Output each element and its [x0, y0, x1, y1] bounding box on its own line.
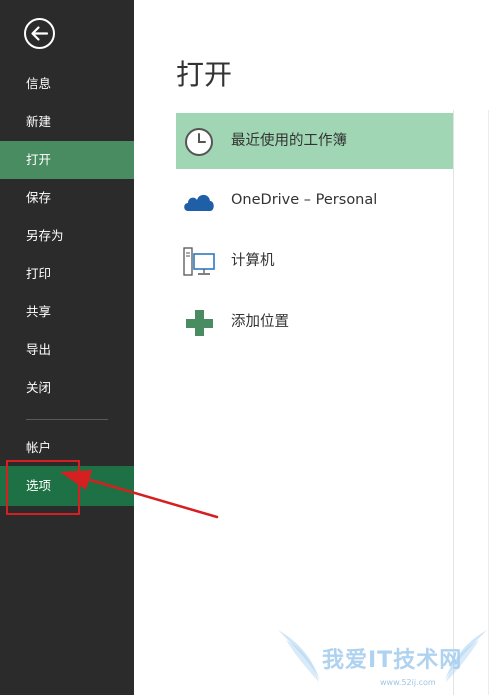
annotation-highlight-box [6, 460, 80, 515]
nav-item-export[interactable]: 导出 [0, 331, 134, 369]
place-add-location[interactable]: 添加位置 [176, 294, 453, 350]
clock-icon [185, 128, 213, 156]
panel-divider [453, 110, 454, 695]
place-label: 最近使用的工作簿 [231, 133, 347, 149]
place-computer[interactable]: 计算机 [176, 233, 453, 289]
nav-item-close[interactable]: 关闭 [0, 369, 134, 407]
sidebar-divider [26, 419, 108, 420]
nav-item-open[interactable]: 打开 [0, 141, 134, 179]
watermark-text: 我爱IT技术网 [322, 648, 463, 673]
nav-item-save[interactable]: 保存 [0, 179, 134, 217]
nav-item-info[interactable]: 信息 [0, 65, 134, 103]
backstage-sidebar: 信息 新建 打开 保存 另存为 打印 共享 导出 关闭 帐户 选项 [0, 0, 134, 695]
place-label: OneDrive – Personal [231, 192, 378, 208]
plus-icon [186, 310, 213, 336]
page-title: 打开 [176, 58, 233, 91]
computer-icon [183, 247, 215, 276]
back-arrow-icon[interactable] [23, 17, 56, 50]
place-label: 计算机 [231, 253, 275, 269]
cloud-icon [184, 194, 214, 211]
watermark-url: www.52ij.com [380, 678, 436, 687]
place-onedrive[interactable]: OneDrive – Personal [176, 172, 453, 228]
place-recent-workbooks[interactable]: 最近使用的工作簿 [176, 113, 453, 169]
nav-item-new[interactable]: 新建 [0, 103, 134, 141]
panel-divider-right [488, 110, 489, 695]
place-label: 添加位置 [231, 314, 289, 330]
nav-item-save-as[interactable]: 另存为 [0, 217, 134, 255]
nav-item-share[interactable]: 共享 [0, 293, 134, 331]
nav-item-print[interactable]: 打印 [0, 255, 134, 293]
